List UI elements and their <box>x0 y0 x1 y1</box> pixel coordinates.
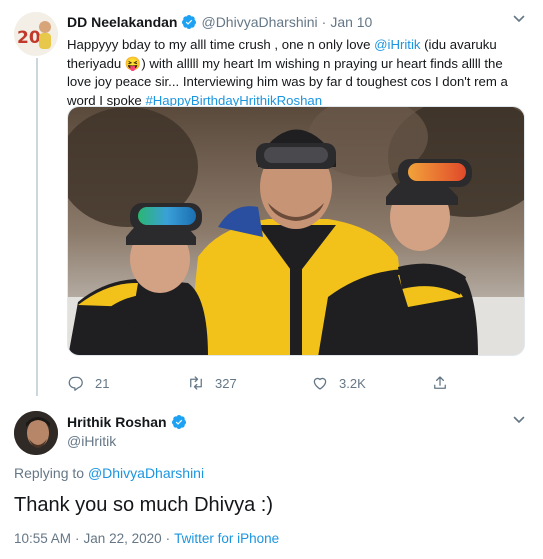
retweet-icon <box>190 376 202 390</box>
separator: · <box>75 531 80 546</box>
reply-count: 21 <box>95 375 110 391</box>
reply-icon <box>68 376 83 391</box>
like-icon <box>313 377 327 390</box>
avatar[interactable]: 20 <box>14 12 58 56</box>
mention-link[interactable]: @iHritik <box>374 37 420 52</box>
replying-to-link[interactable]: @DhivyaDharshini <box>88 465 204 481</box>
retweet-count: 327 <box>215 375 237 391</box>
svg-text:20: 20 <box>17 28 41 48</box>
tweet-text: Happyyy bday to my alll time crush , one… <box>67 36 527 110</box>
separator: · <box>321 14 327 30</box>
tweet-date[interactable]: Jan 22, 2020 <box>84 531 162 546</box>
emoji: 😝 <box>124 55 142 71</box>
display-name[interactable]: DD Neelakandan <box>67 14 177 30</box>
tweet-text-part: Happyyy bday to my alll time crush , one… <box>67 37 375 52</box>
reply-button[interactable]: 21 <box>67 374 109 392</box>
tweet-text: Thank you so much Dhivya :) <box>14 494 273 516</box>
tweet-date[interactable]: Jan 10 <box>330 14 372 30</box>
chevron-down-icon[interactable] <box>513 414 525 426</box>
share-icon <box>434 376 446 389</box>
share-button[interactable] <box>431 374 459 392</box>
chevron-down-icon[interactable] <box>513 13 525 25</box>
replying-to: Replying to @DhivyaDharshini <box>14 465 204 481</box>
tweet-source-link[interactable]: Twitter for iPhone <box>174 531 279 546</box>
tweet-time[interactable]: 10:55 AM <box>14 531 71 546</box>
tweet-header: DD Neelakandan @DhivyaDharshini · Jan 10 <box>67 12 529 32</box>
like-button[interactable]: 3.2K <box>311 374 366 392</box>
tweet-actions: 21 327 3.2K <box>67 374 467 394</box>
handle[interactable]: @iHritik <box>67 433 116 449</box>
tweet-header: Hrithik Roshan <box>67 414 191 430</box>
avatar[interactable] <box>14 411 58 455</box>
tweet-photo[interactable] <box>67 106 525 356</box>
verified-badge-icon <box>182 15 197 29</box>
replying-prefix: Replying to <box>14 465 88 481</box>
separator: · <box>165 531 171 546</box>
verified-badge-icon <box>171 415 186 429</box>
thread-line <box>36 58 38 396</box>
retweet-button[interactable]: 327 <box>187 374 237 392</box>
like-count: 3.2K <box>339 375 366 391</box>
display-name[interactable]: Hrithik Roshan <box>67 414 167 430</box>
tweet-meta: 10:55 AM · Jan 22, 2020 · Twitter for iPhone <box>14 531 279 546</box>
handle[interactable]: @DhivyaDharshini <box>201 14 317 30</box>
